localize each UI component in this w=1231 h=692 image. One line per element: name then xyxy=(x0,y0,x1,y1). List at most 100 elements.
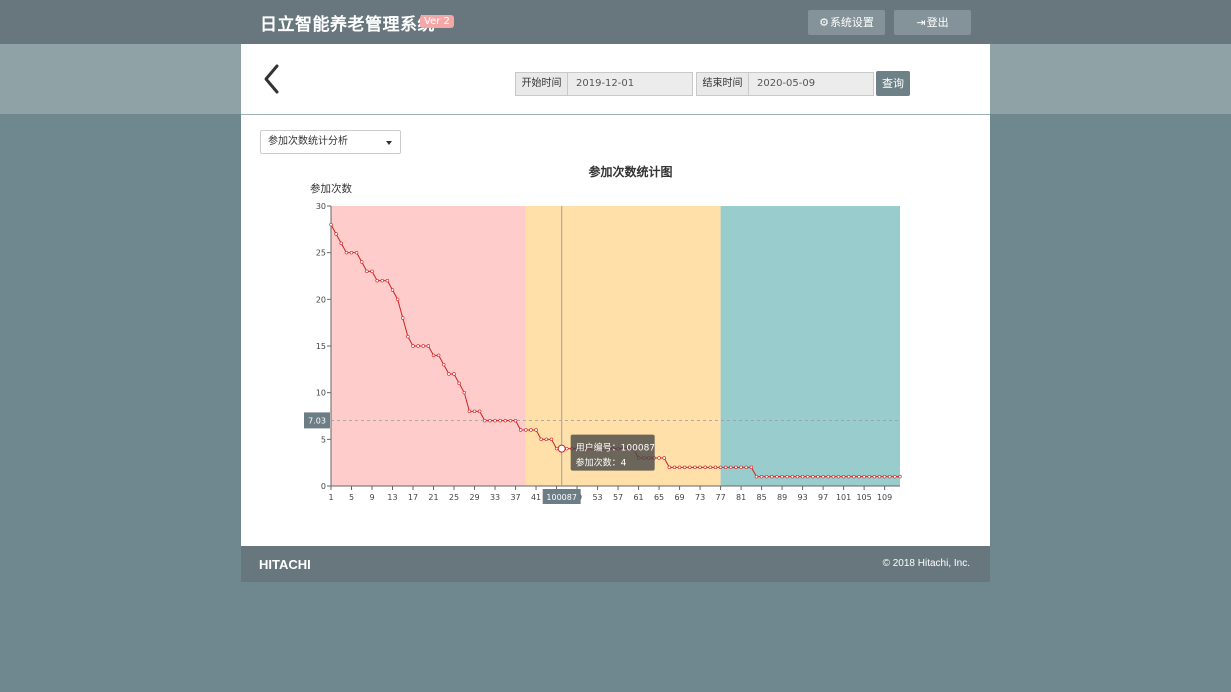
x-tick-label: 81 xyxy=(736,493,746,502)
data-point xyxy=(893,474,897,479)
data-point xyxy=(344,250,349,255)
data-point xyxy=(713,465,718,470)
data-point xyxy=(452,372,456,376)
x-tick-label: 85 xyxy=(757,493,767,502)
data-point xyxy=(360,260,364,264)
data-point xyxy=(457,381,461,386)
x-tick-label: 89 xyxy=(777,493,787,502)
x-tick-label: 97 xyxy=(818,493,828,502)
data-point xyxy=(785,474,789,479)
data-point xyxy=(811,474,815,479)
data-point xyxy=(339,241,343,246)
data-point xyxy=(462,390,466,395)
hitachi-logo: HITACHI xyxy=(259,557,311,572)
x-tick-label: 17 xyxy=(408,493,418,502)
footer: HITACHI © 2018 Hitachi, Inc. xyxy=(241,546,990,582)
data-point xyxy=(688,465,692,470)
x-tick-label: 29 xyxy=(469,493,479,502)
highlighted-point xyxy=(557,444,566,453)
main-card: 开始时间 2019-12-01 结束时间 2020-05-09 查询 参加次数统… xyxy=(241,44,990,546)
data-point xyxy=(718,465,723,470)
data-point xyxy=(877,474,882,479)
x-tick-label: 73 xyxy=(695,493,705,502)
x-tick-label: 53 xyxy=(592,493,602,502)
data-point xyxy=(780,474,784,479)
data-point xyxy=(759,474,764,479)
data-point xyxy=(554,446,559,451)
logout-button-label: 登出 xyxy=(926,16,949,29)
data-point xyxy=(442,362,446,367)
data-point xyxy=(754,474,759,479)
data-point xyxy=(534,428,538,432)
x-tick-label: 33 xyxy=(490,493,500,502)
y-tick-label: 10 xyxy=(316,389,326,398)
data-point xyxy=(354,250,359,255)
data-point xyxy=(447,372,451,376)
data-point xyxy=(775,474,779,479)
data-point xyxy=(867,474,871,479)
data-point xyxy=(334,232,338,236)
data-point xyxy=(411,344,415,348)
data-point xyxy=(493,418,497,423)
data-point xyxy=(508,418,513,423)
data-point xyxy=(790,474,795,479)
copyright-text: © 2018 Hitachi, Inc. xyxy=(882,558,970,569)
data-point xyxy=(436,353,441,358)
data-point xyxy=(390,288,395,292)
data-point xyxy=(872,474,877,479)
x-tick-label: 77 xyxy=(715,493,725,502)
x-tick-label: 21 xyxy=(428,493,438,502)
data-point xyxy=(406,334,410,339)
data-point xyxy=(898,474,902,479)
data-point xyxy=(544,437,548,442)
y-tick-label: 15 xyxy=(316,342,326,351)
data-point xyxy=(831,474,836,479)
data-point xyxy=(734,465,738,470)
top-navbar: 日立智能养老管理系统 Ver 2 ⚙系统设置 ⇥登出 xyxy=(0,0,1231,44)
x-tick-label: 25 xyxy=(449,493,459,502)
data-point xyxy=(426,344,431,348)
data-point xyxy=(826,474,830,479)
data-point xyxy=(539,437,543,442)
data-point xyxy=(385,278,390,283)
tooltip-count: 参加次数：4 xyxy=(576,457,627,469)
data-point xyxy=(565,446,569,451)
data-point xyxy=(667,465,672,470)
x-tick-label: 5 xyxy=(349,493,354,502)
y-tick-label: 25 xyxy=(316,249,326,258)
data-point xyxy=(380,278,384,283)
data-point xyxy=(365,269,369,274)
x-tick-label: 9 xyxy=(369,493,374,502)
average-label: 7.03 xyxy=(308,416,326,425)
y-tick-label: 5 xyxy=(321,435,326,444)
data-point xyxy=(370,269,374,274)
logout-button[interactable]: ⇥登出 xyxy=(894,10,971,35)
data-point xyxy=(749,465,754,470)
data-point xyxy=(795,474,800,479)
data-point xyxy=(836,474,841,479)
y-tick-label: 30 xyxy=(316,202,326,211)
settings-button-label: 系统设置 xyxy=(829,16,874,29)
chart-title: 参加次数统计图 xyxy=(588,164,672,179)
data-point xyxy=(672,465,677,470)
data-point xyxy=(703,465,707,470)
participation-chart[interactable]: 参加次数统计图参加次数0510152025301 5 9 13 17 21 25 29 33 37… xyxy=(241,44,990,524)
x-tick-label: 41 xyxy=(531,493,541,502)
crosshair-x-label: 100087 xyxy=(546,493,577,502)
data-point xyxy=(821,474,825,479)
data-point xyxy=(693,465,697,470)
settings-button[interactable]: ⚙系统设置 xyxy=(808,10,885,35)
data-point xyxy=(349,250,354,255)
data-point xyxy=(770,474,774,479)
data-point xyxy=(744,465,748,470)
data-point xyxy=(498,418,502,423)
sign-out-icon: ⇥ xyxy=(916,16,926,29)
data-point xyxy=(401,316,405,320)
data-point xyxy=(882,474,887,479)
x-tick-label: 109 xyxy=(877,493,892,502)
data-point xyxy=(765,474,769,479)
data-point xyxy=(416,344,420,348)
y-tick-label: 20 xyxy=(316,295,326,304)
data-point xyxy=(375,278,379,283)
data-point xyxy=(888,474,892,479)
